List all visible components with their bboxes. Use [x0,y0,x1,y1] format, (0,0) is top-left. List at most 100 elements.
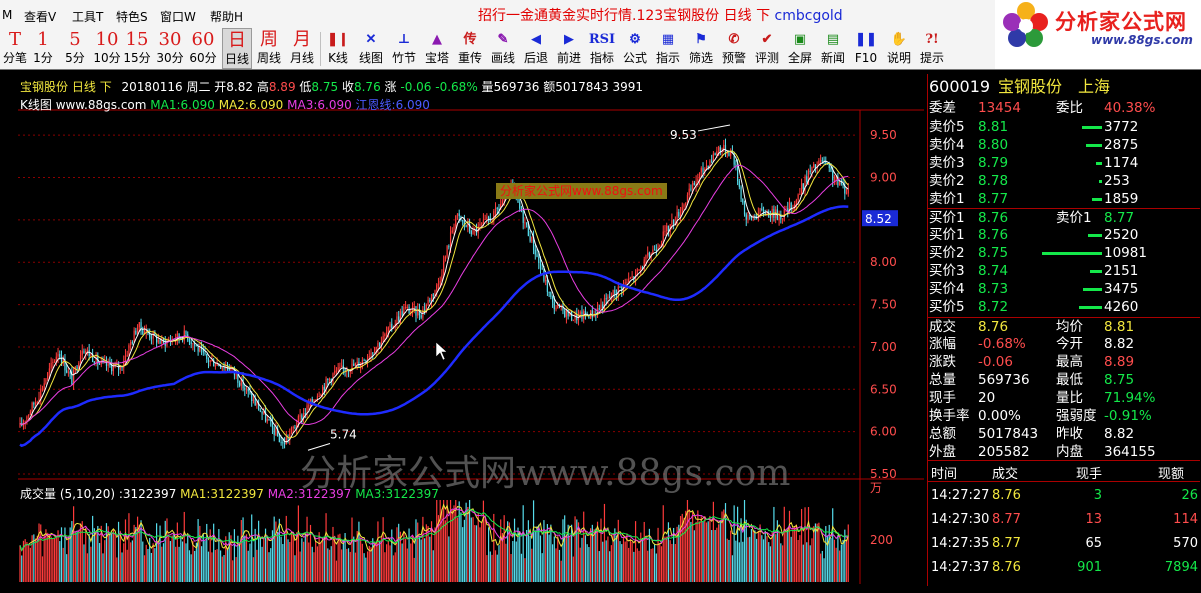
volume-bar [194,550,196,582]
tool-button-14[interactable]: ▣ 全屏 [784,28,816,69]
menu-item-view[interactable]: 查看V [24,8,56,25]
volume-value: :3122397 [118,487,177,501]
period-button-6[interactable]: 60 60分 [188,28,218,69]
tool-button-0[interactable]: ❚❙ K线 [322,28,354,69]
period-button-7[interactable]: 日日线 [222,28,252,69]
volume-bar [802,544,804,582]
tool-button-2[interactable]: ⊥ 竹节 [388,28,420,69]
tool-button-4[interactable]: 传重传 [454,28,486,69]
ticks-header-hand: 现手 [1076,467,1103,482]
menu-item-window[interactable]: 窗口W [160,8,196,25]
ask-row: 卖价5 8.81 3772 [928,118,1200,136]
menu-item-help[interactable]: 帮助H [210,8,243,25]
tool-button-12[interactable]: ✆ 预警 [718,28,750,69]
volume-bar [398,523,400,582]
chart-area[interactable]: 9.509.008.508.007.507.006.506.005.509.53… [18,74,924,584]
period-button-4[interactable]: 15 15分 [122,28,152,69]
tool-button-17[interactable]: ✋ 说明 [883,28,915,69]
tool-button-11[interactable]: ⚑ 筛选 [685,28,717,69]
level-price: 8.80 [978,137,1009,153]
volume-bar [323,536,325,582]
period-button-0[interactable]: T 分笔 [0,28,30,69]
candle-body [847,189,849,194]
volume-bar [602,541,604,582]
toolbar: T 分笔 1 1分 5 5分 10 10分 15 15分 30 30分 60 60分日日线周周线月月线 ❚❙… [0,28,995,69]
volume-bar [235,557,237,582]
volume-bar [493,513,495,582]
volume-bar [792,529,794,582]
tool-button-18[interactable]: ?! 提示 [916,28,948,69]
volume-bar [98,543,101,582]
tool-button-1[interactable]: ✕ 线图 [355,28,387,69]
tool-button-13[interactable]: ✔ 评测 [751,28,783,69]
volume-bar [301,538,303,582]
period-button-9[interactable]: 月月线 [287,28,317,69]
vol-ma1-value: MA1:3122397 [180,487,264,501]
quote-title: 600019 宝钢股份 上海 [928,78,1200,96]
period-button-2[interactable]: 5 5分 [60,28,90,69]
candle-body [121,367,123,369]
period-button-5[interactable]: 30 30分 [155,28,185,69]
tool-button-7[interactable]: ▶ 前进 [553,28,585,69]
period-button-1[interactable]: 1 1分 [28,28,58,69]
volume-bar [532,500,535,582]
candle-body [614,289,616,294]
period-button-3[interactable]: 10 10分 [92,28,122,69]
volume-bar [330,546,332,582]
volume-bar [711,530,713,582]
volume-bar [372,538,374,582]
volume-bar [385,544,388,582]
volume-bar [595,528,597,582]
volume-bar [181,541,184,582]
candle-body [280,442,282,444]
candle-body [647,252,649,256]
volume-bar [159,525,161,582]
volume-params: (5,10,20) [59,487,116,501]
volume-bar [185,543,187,582]
tool-button-3[interactable]: ▲ 宝塔 [421,28,453,69]
candle-body [605,298,607,300]
candle-body [728,152,730,156]
info-volume-label: 量 [481,80,494,94]
tool-button-8[interactable]: RSI 指标 [586,28,618,69]
tool-button-5[interactable]: ✎ 画线 [487,28,519,69]
volume-bar [524,558,526,582]
volume-bar [648,528,651,582]
kline-chart[interactable]: 9.509.008.508.007.507.006.506.005.509.53… [18,74,924,584]
candle-body [368,356,370,358]
period-button-8[interactable]: 周周线 [254,28,284,69]
stat-label-2: 内盘 [1056,444,1083,460]
ticks-header-amount: 现额 [1158,467,1185,482]
volume-bar [714,530,716,582]
stat-value: 205582 [978,444,1030,460]
volume-bar [261,546,263,582]
volume-bar [771,531,773,582]
tool-icon: ▲ [432,32,442,47]
volume-bar [154,548,156,582]
level-price: 8.81 [978,119,1009,135]
tool-button-6[interactable]: ◀ 后退 [520,28,552,69]
tool-button-10[interactable]: ▦ 指示 [652,28,684,69]
volume-bar [847,524,849,582]
volume-bar [619,541,621,582]
candle-body [550,292,552,297]
volume-bar [743,500,746,582]
stat-label-2: 今开 [1056,336,1083,352]
menu-item-special[interactable]: 特色S [116,8,148,25]
menu-item-m[interactable]: M [2,8,12,22]
volume-bar [245,534,248,582]
tool-button-16[interactable]: ❚❚ F10 [850,28,882,69]
volume-bar [176,522,178,582]
level-label: 卖价5 [929,119,965,135]
kline-info-line: 宝钢股份 日线 下 20180116 周二 开8.82 高8.89 低8.75 … [20,78,643,95]
stat-row: 外盘 205582 内盘 364155 [928,443,1200,461]
menu-item-tools[interactable]: 工具T [72,8,103,25]
candle-body [714,153,716,156]
volume-bar [131,540,133,582]
tool-button-9[interactable]: ⚙ 公式 [619,28,651,69]
tool-button-15[interactable]: ▤ 新闻 [817,28,849,69]
tick-time: 14:27:37 [931,560,990,575]
tick-amount: 570 [1173,536,1198,551]
ask-row: 卖价3 8.79 1174 [928,154,1200,172]
volume-bar [34,538,37,582]
